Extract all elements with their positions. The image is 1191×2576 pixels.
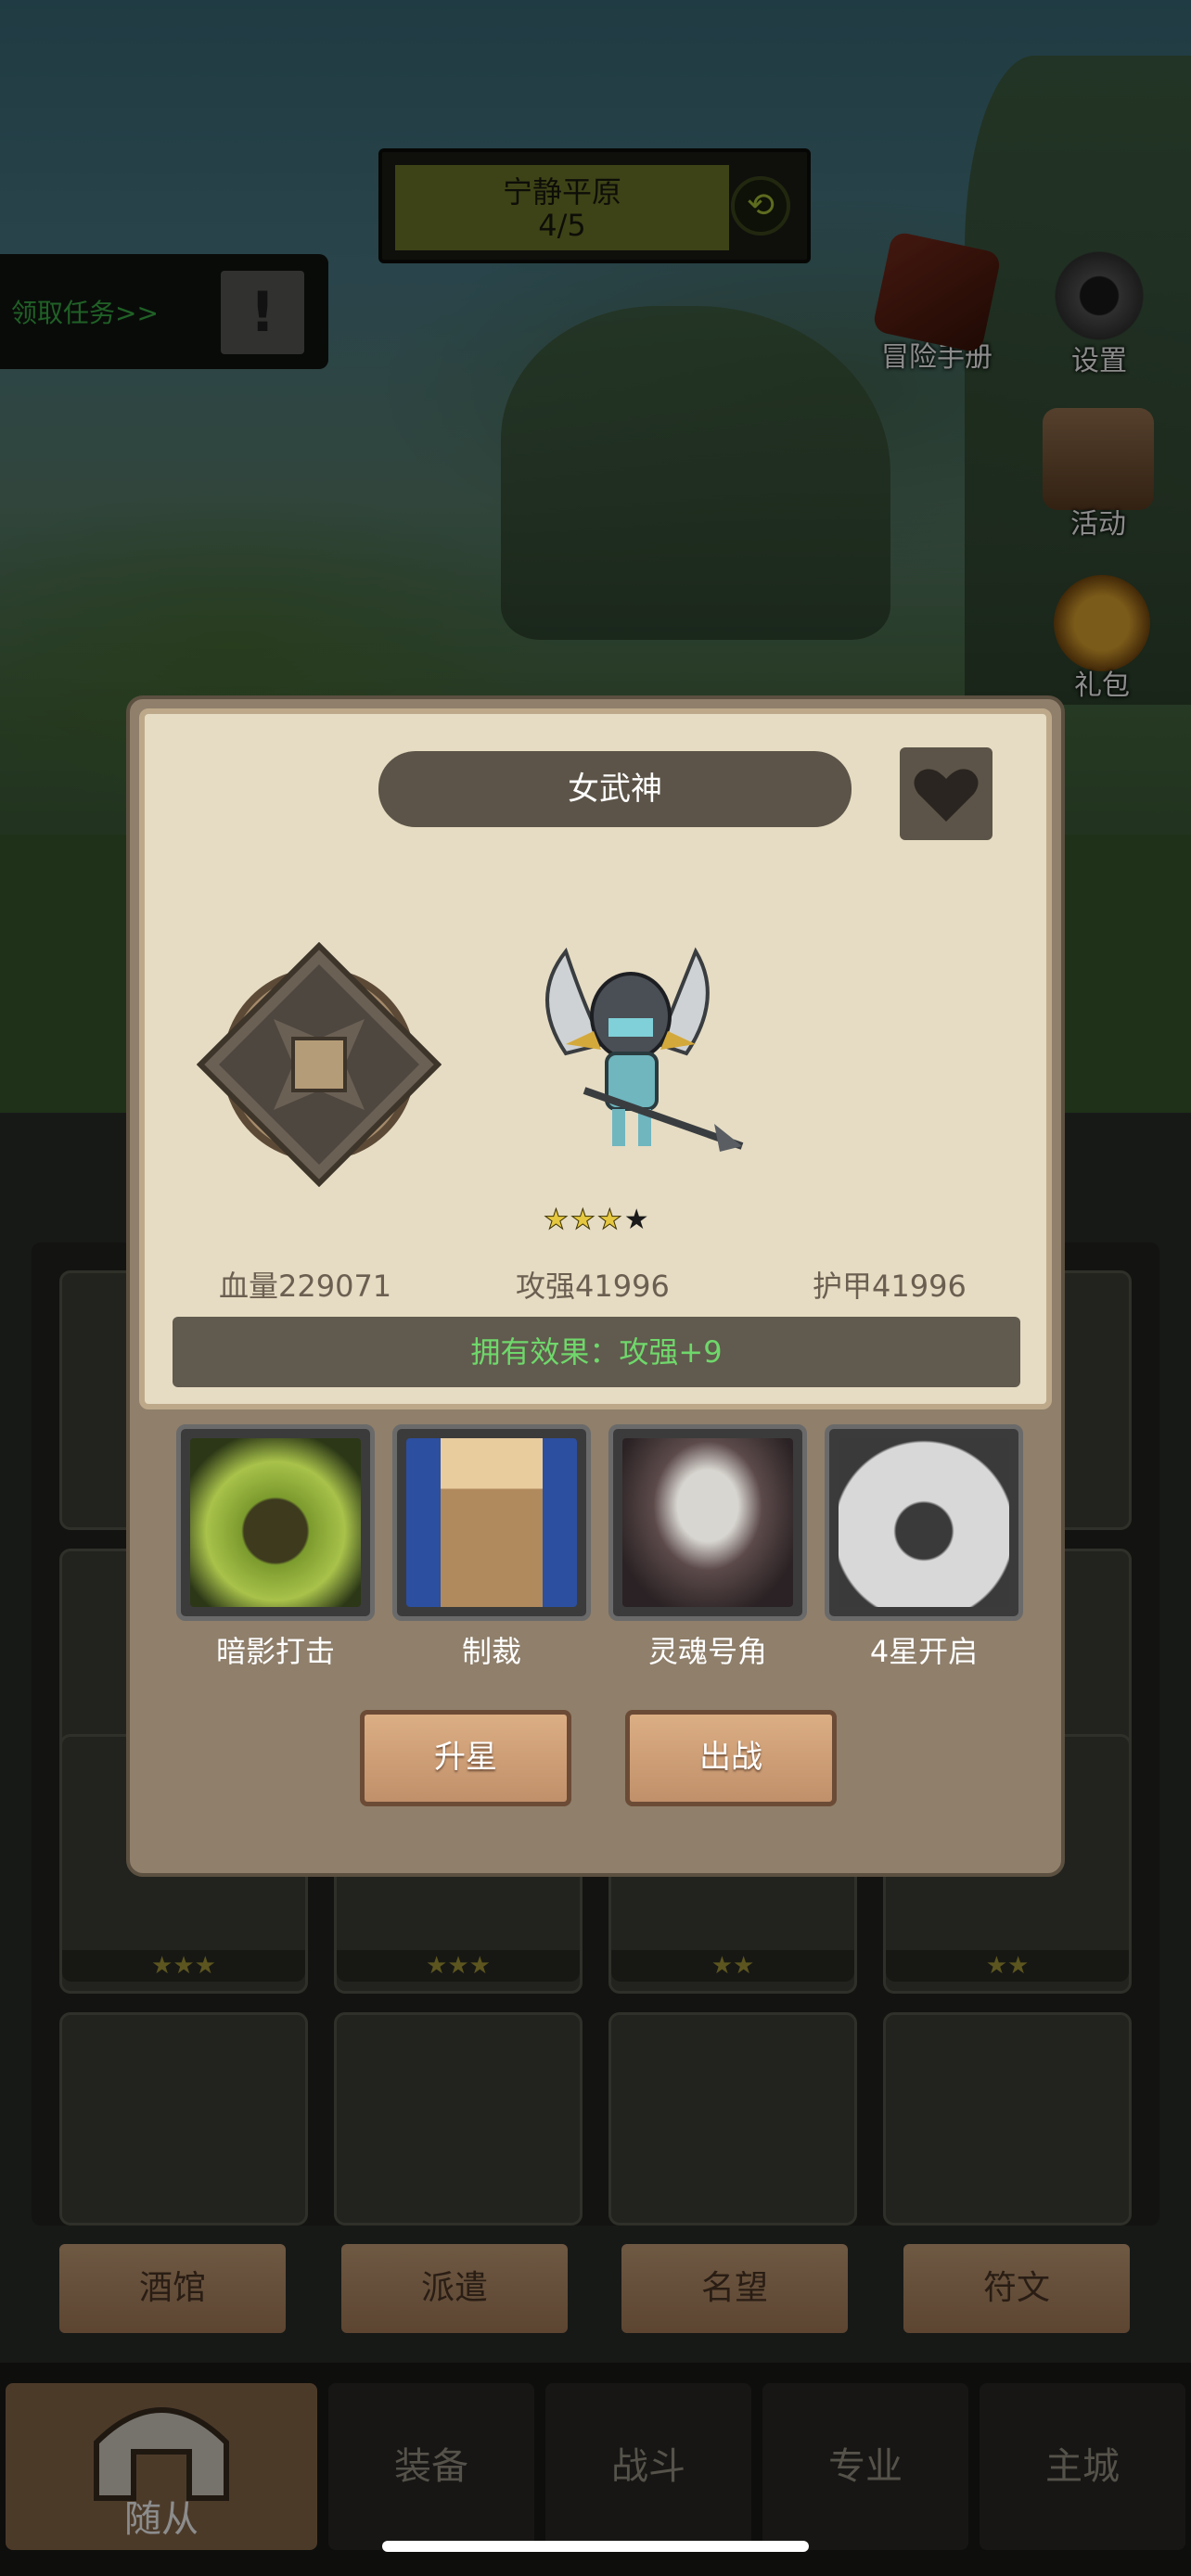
tab-reputation[interactable]: 名望 bbox=[621, 2244, 848, 2333]
card-stars: ★★★ bbox=[337, 1950, 580, 1982]
stat-attack: 攻强41996 bbox=[516, 1269, 670, 1304]
gear-icon bbox=[1048, 245, 1150, 347]
skull-horn-icon bbox=[622, 1438, 793, 1607]
upgrade-star-button[interactable]: 升星 bbox=[360, 1710, 571, 1806]
skill-sanction[interactable]: 制裁 bbox=[392, 1424, 591, 1671]
stage-indicator: 宁静平原 4/5 ⟲ bbox=[378, 148, 811, 263]
heart-icon bbox=[914, 769, 979, 822]
star-icon-empty: ★ bbox=[623, 1204, 651, 1236]
skill-soul-horn[interactable]: 灵魂号角 bbox=[608, 1424, 807, 1671]
nav-followers[interactable]: 随从 bbox=[6, 2383, 317, 2550]
card-stars: ★★ bbox=[886, 1950, 1129, 1982]
nav-profession[interactable]: 专业 bbox=[762, 2383, 968, 2550]
owned-effect-banner: 拥有效果：攻强+9 bbox=[173, 1317, 1020, 1387]
skill-name: 制裁 bbox=[461, 1634, 521, 1669]
skill-locked-4star[interactable]: 4星开启 bbox=[825, 1424, 1023, 1671]
tab-runes[interactable]: 符文 bbox=[903, 2244, 1130, 2333]
star-icon: ★ bbox=[570, 1204, 597, 1237]
quest-label[interactable]: 领取任务>> bbox=[11, 293, 159, 330]
stage-progress: 4/5 bbox=[538, 208, 586, 243]
stat-hp: 血量229071 bbox=[219, 1269, 392, 1304]
nav-equipment[interactable]: 装备 bbox=[328, 2383, 534, 2550]
tab-tavern[interactable]: 酒馆 bbox=[59, 2244, 286, 2333]
valkyrie-character-icon bbox=[545, 947, 744, 1152]
quest-panel[interactable]: 领取任务>> ! bbox=[0, 254, 328, 369]
locked-fist-icon bbox=[839, 1438, 1009, 1607]
favorite-button[interactable] bbox=[900, 747, 992, 840]
card-stars: ★★★ bbox=[62, 1950, 305, 1982]
card-stars: ★★ bbox=[611, 1950, 854, 1982]
hero-card[interactable] bbox=[883, 2012, 1132, 2225]
star-icon: ★ bbox=[596, 1204, 624, 1237]
nav-main-city[interactable]: 主城 bbox=[980, 2383, 1185, 2550]
class-emblem-icon bbox=[197, 942, 442, 1187]
exclamation-icon: ! bbox=[221, 271, 304, 354]
skill-name: 暗影打击 bbox=[215, 1634, 335, 1669]
gift-pack-button[interactable]: 礼包 bbox=[1054, 575, 1150, 703]
shadow-strike-icon bbox=[190, 1438, 361, 1607]
hero-info-panel: 女武神 ★★★★ 血量229071 攻强41996 护甲41996 拥有效果：攻… bbox=[139, 708, 1052, 1409]
hero-detail-popup: 女武神 ★★★★ 血量229071 攻强41996 护甲41996 拥有效果：攻… bbox=[126, 695, 1065, 1877]
events-label: 活动 bbox=[1070, 508, 1126, 541]
hero-name: 女武神 bbox=[378, 751, 852, 827]
skill-name: 4星开启 bbox=[869, 1634, 979, 1669]
settings-button[interactable]: 设置 bbox=[1048, 245, 1150, 378]
gift-icon bbox=[1054, 575, 1150, 671]
tab-dispatch[interactable]: 派遣 bbox=[341, 2244, 568, 2333]
stage-name: 宁静平原 bbox=[502, 174, 621, 210]
hero-card[interactable] bbox=[334, 2012, 583, 2225]
hero-card[interactable] bbox=[59, 2012, 308, 2225]
stat-armor: 护甲41996 bbox=[813, 1269, 967, 1304]
hero-card[interactable] bbox=[608, 2012, 857, 2225]
scroll-icon bbox=[1043, 408, 1154, 510]
adventure-book-button[interactable]: 冒险手册 bbox=[871, 230, 1003, 375]
nav-followers-label: 随从 bbox=[124, 2498, 198, 2541]
settings-label: 设置 bbox=[1071, 345, 1127, 377]
nav-battle[interactable]: 战斗 bbox=[545, 2383, 751, 2550]
deploy-button[interactable]: 出战 bbox=[625, 1710, 837, 1806]
gift-pack-label: 礼包 bbox=[1074, 670, 1130, 702]
star-icon: ★ bbox=[544, 1204, 570, 1237]
hero-star-rating: ★★★★ bbox=[544, 1204, 651, 1237]
skill-name: 灵魂号角 bbox=[647, 1634, 767, 1669]
skill-shadow-strike[interactable]: 暗影打击 bbox=[176, 1424, 375, 1671]
refresh-icon[interactable]: ⟲ bbox=[731, 176, 790, 236]
events-button[interactable]: 活动 bbox=[1043, 408, 1154, 542]
home-indicator[interactable] bbox=[382, 2541, 809, 2552]
hammer-icon bbox=[406, 1438, 577, 1607]
